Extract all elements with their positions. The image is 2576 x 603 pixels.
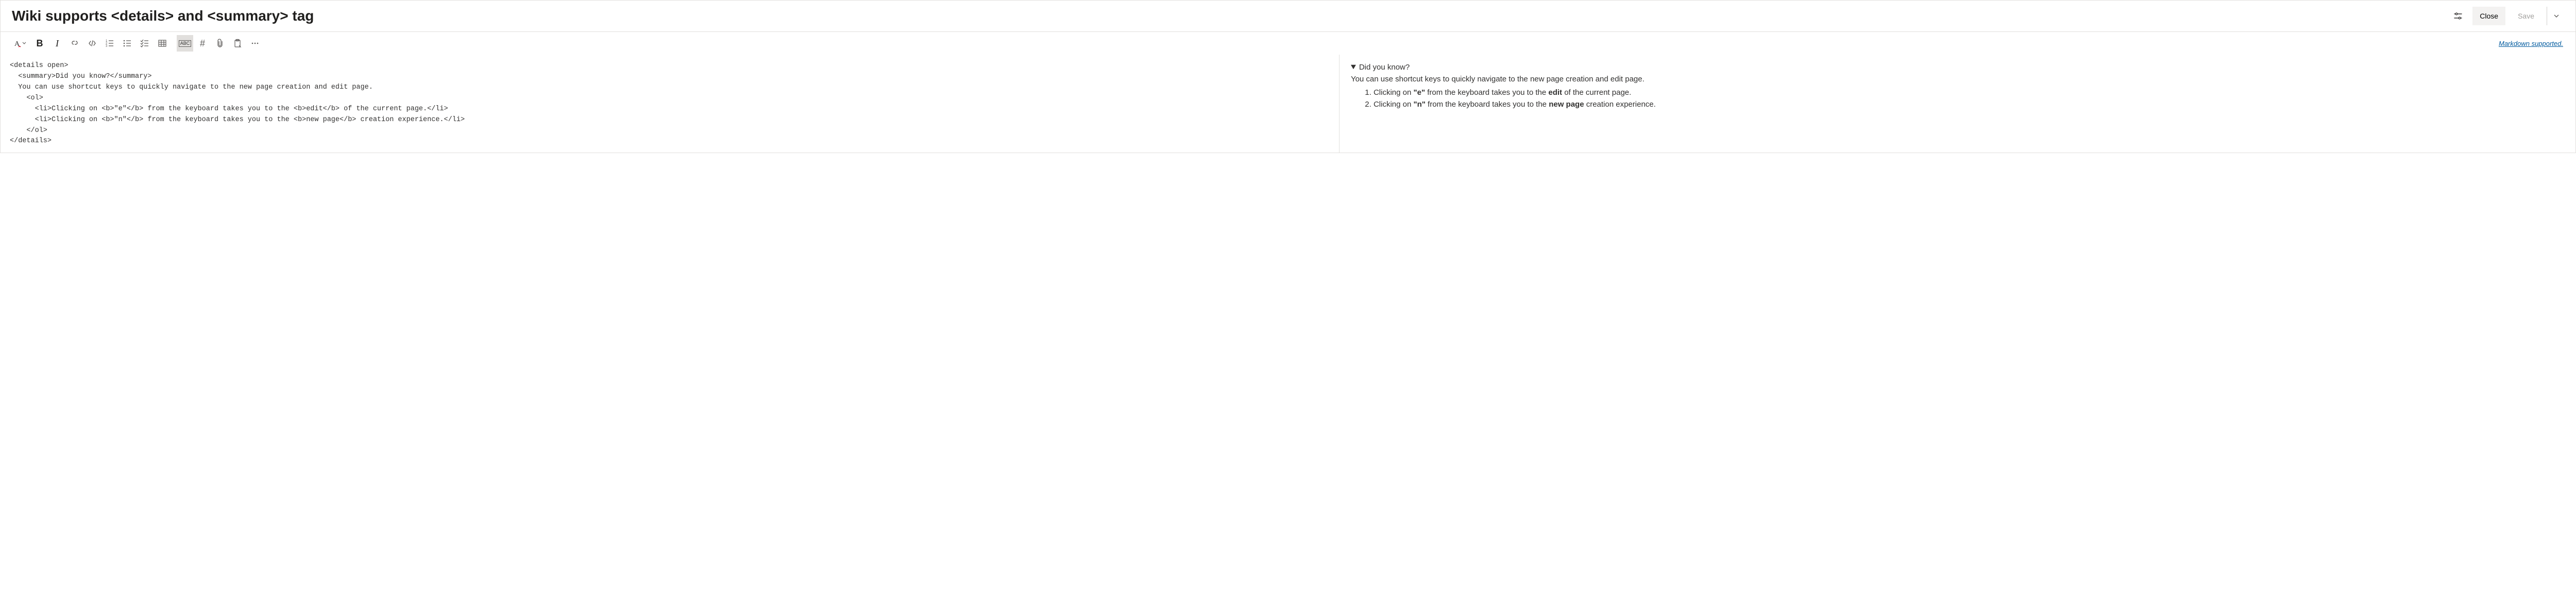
code-icon [88, 39, 97, 48]
ordered-list-icon: 1 2 3 [105, 39, 114, 48]
page-title-input[interactable] [12, 5, 2444, 27]
abc-icon: ABC [179, 40, 192, 47]
source-pane [1, 55, 1340, 153]
markdown-supported-link[interactable]: Markdown supported. [2499, 40, 2566, 47]
sliders-icon [2453, 11, 2463, 21]
svg-text:3: 3 [106, 45, 108, 48]
bullet-list-button[interactable] [119, 35, 135, 52]
bold-button[interactable]: B [31, 35, 48, 52]
split-view: Did you know? You can use shortcut keys … [1, 55, 2575, 153]
numbered-list-button[interactable]: 1 2 3 [101, 35, 118, 52]
more-button[interactable] [247, 35, 263, 52]
settings-button[interactable] [2449, 7, 2467, 25]
preview-details[interactable]: Did you know? You can use shortcut keys … [1351, 63, 2564, 110]
paperclip-icon [216, 39, 224, 48]
markdown-editor[interactable] [10, 61, 1330, 143]
checklist-icon [140, 39, 149, 48]
text-format-dropdown[interactable]: A [10, 35, 30, 52]
italic-button[interactable]: I [49, 35, 65, 52]
preview-pane: Did you know? You can use shortcut keys … [1340, 55, 2575, 153]
chevron-down-icon [2553, 13, 2560, 19]
list-item: Clicking on "e" from the keyboard takes … [1374, 87, 2564, 98]
save-dropdown-button[interactable] [2547, 7, 2565, 25]
save-button: Save [2511, 7, 2541, 25]
attach-button[interactable] [212, 35, 228, 52]
preview-list: Clicking on "e" from the keyboard takes … [1351, 87, 2564, 110]
hash-button[interactable]: # [194, 35, 211, 52]
close-button[interactable]: Close [2472, 7, 2505, 25]
preview-summary[interactable]: Did you know? [1351, 63, 2564, 75]
unordered-list-icon [123, 39, 132, 48]
wiki-edit-panel: Close Save A B I [0, 0, 2576, 153]
code-button[interactable] [84, 35, 100, 52]
formatting-toolbar: A B I [1, 32, 2575, 55]
text-color-icon: A [13, 39, 27, 48]
table-icon [158, 39, 167, 48]
preview-intro: You can use shortcut keys to quickly nav… [1351, 75, 2564, 87]
list-item: Clicking on "n" from the keyboard takes … [1374, 98, 2564, 110]
link-icon [70, 39, 79, 48]
hash-icon: # [200, 38, 205, 49]
paste-button[interactable] [229, 35, 246, 52]
format-painter-button[interactable]: ABC [177, 35, 193, 52]
header-row: Close Save [1, 1, 2575, 32]
table-button[interactable] [154, 35, 171, 52]
ellipsis-icon [250, 39, 260, 48]
clipboard-icon [233, 39, 242, 48]
checklist-button[interactable] [137, 35, 153, 52]
link-button[interactable] [66, 35, 83, 52]
